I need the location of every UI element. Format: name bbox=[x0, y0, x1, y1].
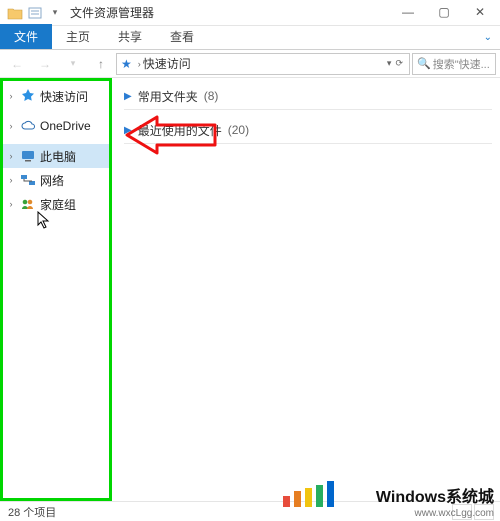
tab-share[interactable]: 共享 bbox=[104, 24, 156, 49]
cursor-icon bbox=[37, 211, 53, 234]
nav-item-label: 此电脑 bbox=[40, 148, 76, 165]
address-caret-icon: › bbox=[136, 59, 143, 69]
nav-item-label: 快速访问 bbox=[40, 88, 88, 105]
nav-item-net[interactable]: › 网络 bbox=[0, 168, 110, 192]
window-title: 文件资源管理器 bbox=[70, 4, 154, 21]
chevron-right-icon: › bbox=[6, 151, 16, 161]
search-placeholder: 搜索"快速... bbox=[433, 56, 490, 72]
nav-item-pc[interactable]: › 此电脑 bbox=[0, 144, 110, 168]
nav-item-label: OneDrive bbox=[40, 119, 91, 133]
group-count: (20) bbox=[228, 123, 249, 137]
nav-recent-dropdown[interactable]: ▾ bbox=[60, 53, 86, 75]
nav-item-cloud[interactable]: › OneDrive bbox=[0, 114, 110, 138]
nav-up-button[interactable]: ↑ bbox=[88, 53, 114, 75]
nav-item-label: 网络 bbox=[40, 172, 64, 189]
group-frequent-folders[interactable]: ▶ 常用文件夹 (8) bbox=[124, 86, 492, 106]
chevron-right-icon: › bbox=[6, 199, 16, 209]
cloud-icon bbox=[20, 118, 36, 134]
annotation-arrow bbox=[125, 114, 217, 156]
quick-access-prop-icon[interactable] bbox=[26, 4, 44, 22]
chevron-right-icon: › bbox=[6, 91, 16, 101]
tab-view[interactable]: 查看 bbox=[156, 24, 208, 49]
ribbon-expand-icon[interactable]: ⌄ bbox=[480, 25, 496, 49]
search-input[interactable]: 🔍 搜索"快速... bbox=[412, 53, 496, 75]
app-icon bbox=[6, 4, 24, 22]
chevron-right-icon: › bbox=[6, 175, 16, 185]
star-icon bbox=[20, 88, 36, 104]
maximize-button[interactable]: ▢ bbox=[426, 0, 462, 24]
chevron-right-icon: › bbox=[6, 121, 16, 131]
watermark-bars-icon bbox=[283, 481, 334, 507]
address-row: ← → ▾ ↑ ★ › 快速访问 ▾ ⟳ 🔍 搜索"快速... bbox=[0, 50, 500, 78]
watermark-url: www.wxcLgg.com bbox=[415, 508, 494, 519]
tab-file[interactable]: 文件 bbox=[0, 24, 52, 49]
nav-back-button[interactable]: ← bbox=[4, 53, 30, 75]
nav-pane: › 快速访问 › OneDrive › 此电脑 › 网络 › 家庭组 bbox=[0, 78, 110, 501]
nav-item-star[interactable]: › 快速访问 bbox=[0, 84, 110, 108]
group-label: 常用文件夹 bbox=[138, 88, 198, 105]
ribbon-tabs: 文件 主页 共享 查看 ⌄ bbox=[0, 26, 500, 50]
home-icon bbox=[20, 196, 36, 212]
status-text: 28 个项目 bbox=[8, 504, 56, 520]
quick-access-dropdown-icon[interactable]: ▾ bbox=[46, 4, 64, 22]
nav-item-label: 家庭组 bbox=[40, 196, 76, 213]
nav-item-home[interactable]: › 家庭组 bbox=[0, 192, 110, 216]
divider bbox=[124, 109, 492, 110]
refresh-icon[interactable]: ⟳ bbox=[393, 58, 405, 69]
tab-home[interactable]: 主页 bbox=[52, 24, 104, 49]
close-button[interactable]: ✕ bbox=[462, 0, 498, 24]
breadcrumb[interactable]: 快速访问 bbox=[143, 55, 191, 72]
pc-icon bbox=[20, 148, 36, 164]
titlebar: ▾ 文件资源管理器 — ▢ ✕ bbox=[0, 0, 500, 26]
watermark-brand: Windows系统城 bbox=[376, 483, 494, 507]
chevron-right-icon: ▶ bbox=[124, 91, 132, 102]
address-dropdown-icon[interactable]: ▾ bbox=[385, 58, 394, 69]
search-icon: 🔍 bbox=[417, 57, 431, 70]
nav-forward-button[interactable]: → bbox=[32, 53, 58, 75]
address-bar[interactable]: ★ › 快速访问 ▾ ⟳ bbox=[116, 53, 410, 75]
minimize-button[interactable]: — bbox=[390, 0, 426, 24]
address-star-icon: ★ bbox=[121, 57, 132, 71]
group-count: (8) bbox=[204, 89, 219, 103]
net-icon bbox=[20, 172, 36, 188]
